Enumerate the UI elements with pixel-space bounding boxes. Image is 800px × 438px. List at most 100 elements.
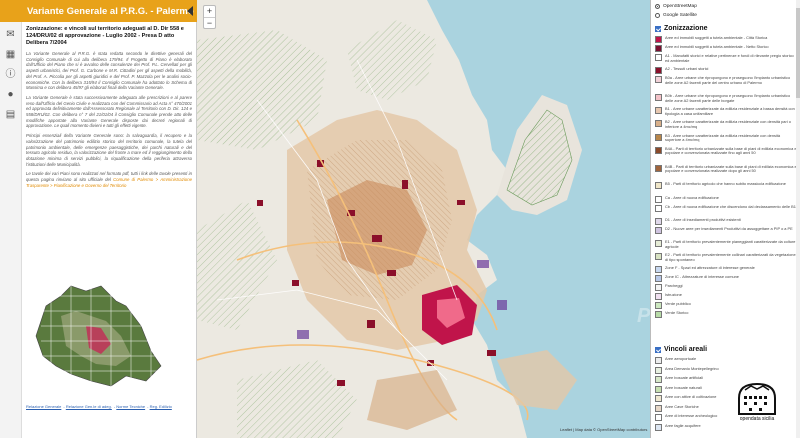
legend-swatch: [655, 45, 662, 52]
legend-label: E2 - Parti di territorio prevalentemente…: [665, 252, 796, 262]
link-regolamento-edilizio[interactable]: Reg. Edilizio: [150, 404, 172, 409]
legend-swatch: [655, 311, 662, 319]
legend-label: A2 - Tessuti urbani storici: [665, 66, 709, 72]
footer-links: Relazione Generale - Relazione Gen.le di …: [26, 404, 172, 409]
zonizzazione-legend-item: A2 - Tessuti urbani storici: [655, 66, 797, 75]
legend-label: Cb - Aree di nuova edificazione che disc…: [665, 203, 796, 209]
legend-label: Aree boscate artificiali: [665, 375, 704, 380]
zonizzazione-checkbox[interactable]: [655, 25, 661, 32]
map-icon[interactable]: ▦: [4, 48, 18, 62]
legend-label: Verde Storico: [665, 310, 689, 316]
collapse-sidebar-icon[interactable]: [187, 6, 193, 16]
legend-label: B5 - Parti di territorio agricolo che ha…: [665, 181, 786, 187]
zonizzazione-legend-item: E1 - Parti di territorio prevalentemente…: [655, 239, 797, 249]
legend-swatch: [655, 302, 662, 310]
legend-label: Ca - Aree di nuova edificazione: [665, 194, 719, 200]
zonizzazione-legend-item: Ca - Aree di nuova edificazione: [655, 194, 797, 203]
zonizzazione-title: Zonizzazione: [664, 25, 708, 32]
legend-swatch: [655, 357, 662, 364]
sheet-index-minimap[interactable]: [31, 266, 181, 396]
map-watermark: Palermo: [637, 305, 650, 327]
zonizzazione-legend-item: B5 - Parti di territorio agricolo che ha…: [655, 181, 797, 190]
zoom-out-button[interactable]: −: [204, 17, 215, 28]
zonizzazione-legend-item: B2 - Aree urbane caratterizzate da edili…: [655, 120, 797, 129]
intro-paragraph-1: La Variante Generale al P.R.G. è stata r…: [26, 51, 192, 91]
legend-label: B0a - Aree urbane che ripropongono e pro…: [665, 75, 791, 85]
legend-swatch: [655, 107, 662, 115]
vincoli-legend-item: Aree aeroportuale: [655, 356, 797, 364]
legend-label: B0b - Aree urbane che ripropongono e pro…: [665, 93, 791, 103]
layer-panel-scrollbar[interactable]: [796, 0, 800, 438]
map-attribution: Leaflet | Map data © OpenStreetMap contr…: [560, 427, 648, 432]
document-icon[interactable]: ▤: [4, 108, 18, 122]
legend-swatch: [655, 284, 662, 292]
app-root: Variante Generale al P.R.G. - Palermo ✉ …: [0, 0, 800, 438]
legend-swatch: [655, 76, 662, 84]
base-layer-osm[interactable]: OpenStreetMap: [655, 4, 697, 9]
logo-text: opendata sicilia: [739, 416, 775, 422]
vincoli-group[interactable]: Vincoli areali: [655, 346, 707, 353]
radio-satellite[interactable]: [655, 13, 660, 18]
legend-label: D2 - Nuove aree per insediamenti Produtt…: [665, 225, 793, 231]
legend-label: Aree di interesse archeologico: [665, 413, 718, 418]
zonizzazione-legend-item: Istruzione: [655, 292, 797, 301]
base-layer-satellite[interactable]: Google Satellite: [655, 13, 697, 18]
zonizzazione-legend-item: B0b - Aree urbane che ripropongono e pro…: [655, 93, 797, 103]
zoom-in-button[interactable]: +: [204, 6, 215, 17]
sidebar-header: Variante Generale al P.R.G. - Palermo: [0, 0, 197, 22]
zoom-control: + −: [203, 5, 216, 29]
legend-swatch: [655, 376, 662, 383]
sidebar-tab-bar: ✉ ▦ ⓘ ● ▤: [0, 22, 22, 438]
link-relazione-generale[interactable]: Relazione Generale: [26, 404, 61, 409]
map-canvas[interactable]: Palermo: [197, 0, 650, 438]
legend-swatch: [655, 164, 662, 172]
legend-swatch: [655, 94, 662, 101]
link-norme-tecniche[interactable]: Norme Tecniche: [116, 404, 145, 409]
legend-label: Verde pubblico: [665, 301, 691, 307]
zonizzazione-legend-item: Verde Storico: [655, 310, 797, 319]
zonizzazione-legend-item: D1 - Aree di insediamenti produttivi esi…: [655, 217, 797, 225]
legend-swatch: [655, 67, 662, 75]
legend-swatch: [655, 293, 662, 301]
legend-swatch: [655, 204, 662, 212]
legend-swatch: [655, 423, 662, 431]
layer-control-panel: OpenStreetMap Google Satellite Zonizzazi…: [650, 0, 800, 438]
zonizzazione-legend-item: B1 - Aree urbane caratterizzate da edili…: [655, 106, 797, 116]
radio-osm[interactable]: [655, 4, 660, 9]
legend-swatch: [655, 54, 662, 61]
github-icon[interactable]: ●: [4, 88, 18, 102]
legend-label: B3 - Aree urbane caratterizzate da edili…: [665, 132, 781, 143]
zonizzazione-legend-item: B4B - Parti di territorio urbanizzate su…: [655, 164, 797, 174]
legend-swatch: [655, 404, 662, 412]
legend-swatch: [655, 182, 662, 190]
vincoli-title: Vincoli areali: [664, 346, 708, 353]
zonizzazione-legend-item: Parcheggi: [655, 284, 797, 292]
legend-label: E1 - Parti di territorio prevalentemente…: [665, 239, 796, 249]
legend-swatch: [655, 366, 662, 374]
zonizzazione-legend-item: Aree ed immobili soggetti a tutela ambie…: [655, 35, 797, 43]
page-title: Variante Generale al P.R.G. - Palermo: [27, 5, 194, 17]
legend-label: Aree boscate naturali: [665, 384, 702, 390]
zonizzazione-legend-item: A1 - Manufatti storici e relative pertin…: [655, 53, 797, 63]
legend-swatch: [655, 275, 662, 283]
scrollbar-thumb[interactable]: [796, 8, 800, 98]
logo-graphic: [738, 382, 776, 415]
zonizzazione-legend-item: Aree ed immobili soggetti a tutela ambie…: [655, 44, 797, 52]
zonizzazione-legend-item: Cb - Aree di nuova edificazione che disc…: [655, 203, 797, 212]
opendata-sicilia-logo[interactable]: opendata sicilia: [733, 378, 781, 430]
zonizzazione-legend-item: B3 - Aree urbane caratterizzate da edili…: [655, 132, 797, 143]
legend-swatch: [655, 217, 662, 225]
legend-swatch: [655, 195, 662, 203]
vincoli-checkbox[interactable]: [655, 346, 661, 353]
zonizzazione-legend-item: E2 - Parti di territorio prevalentemente…: [655, 252, 797, 262]
legend-label: Istruzione: [665, 292, 682, 298]
legend-label: Area Demanio Montepellegrino: [665, 365, 719, 371]
legend-label: B4A - Parti di territorio urbanizzate su…: [665, 145, 797, 156]
base-layer-satellite-label: Google Satellite: [663, 13, 697, 18]
home-icon[interactable]: ✉: [4, 28, 18, 42]
info-icon[interactable]: ⓘ: [4, 68, 18, 82]
zonizzazione-group[interactable]: Zonizzazione: [655, 25, 708, 32]
link-relazione-adeguamento[interactable]: Relazione Gen.le di adeg.: [66, 404, 112, 409]
zonizzazione-legend-item: Zone F - Spazi ed attrezzature di intere…: [655, 266, 797, 274]
intro-paragraph-4: Le tavole dei vari Piani sono realizzati…: [26, 171, 192, 188]
